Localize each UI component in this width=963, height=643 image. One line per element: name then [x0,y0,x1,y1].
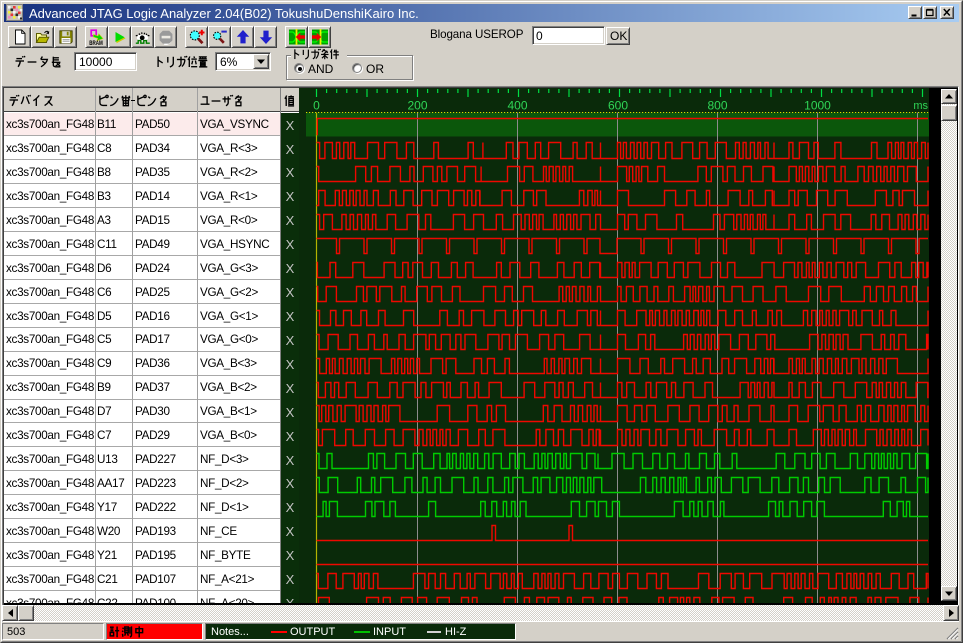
svg-text:1000: 1000 [804,99,831,113]
svg-text:ms: ms [913,100,928,112]
svg-text:0: 0 [313,99,320,113]
svg-text:400: 400 [507,99,527,113]
svg-text:200: 200 [407,99,427,113]
svg-text:600: 600 [608,99,628,113]
svg-text:800: 800 [707,99,727,113]
